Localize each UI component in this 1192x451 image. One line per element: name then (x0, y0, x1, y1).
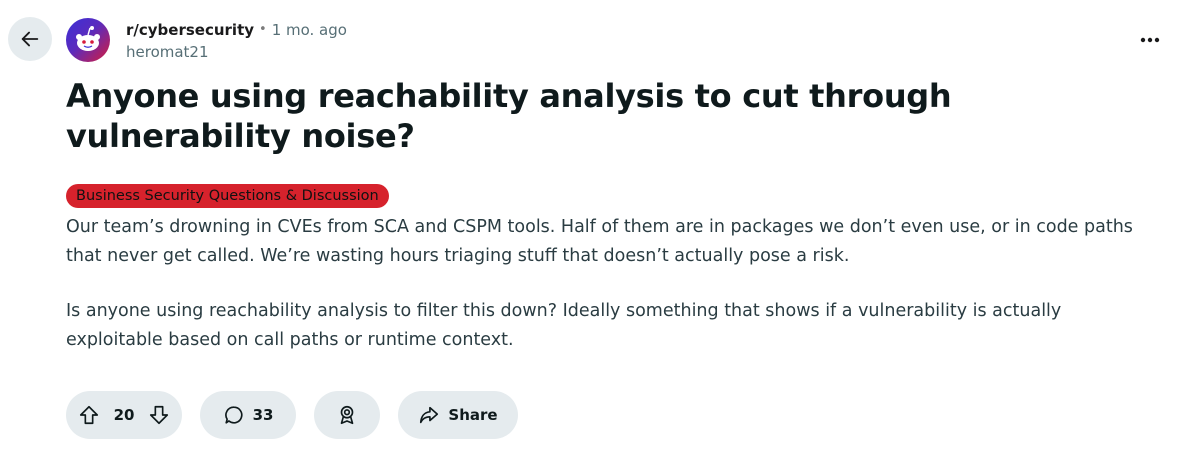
share-button[interactable]: Share (398, 391, 518, 439)
arrow-down-icon (149, 405, 169, 425)
vote-control: 20 (66, 391, 182, 439)
post-page: r/cybersecurity • 1 mo. ago heromat21 An… (0, 0, 1192, 451)
award-icon (336, 404, 358, 426)
arrow-up-icon (79, 405, 99, 425)
more-options-button[interactable] (1130, 24, 1170, 56)
vote-count: 20 (113, 406, 135, 424)
back-button[interactable] (8, 17, 52, 61)
award-button[interactable] (314, 391, 380, 439)
upvote-button[interactable] (78, 404, 100, 426)
ellipsis-icon (1140, 37, 1160, 43)
reddit-snoo-icon (76, 26, 100, 51)
subreddit-avatar[interactable] (66, 18, 110, 62)
share-arrow-icon (418, 404, 440, 426)
arrow-left-icon (19, 28, 41, 50)
post-actions: 20 33 Share (66, 391, 536, 439)
author-link[interactable]: heromat21 (126, 42, 347, 62)
post-body-paragraph: Our team’s drowning in CVEs from SCA and… (66, 217, 1133, 266)
post-flair[interactable]: Business Security Questions & Discussion (66, 184, 389, 208)
speech-bubble-icon (223, 404, 245, 426)
meta-separator: • (259, 22, 267, 37)
post-meta: r/cybersecurity • 1 mo. ago heromat21 (126, 20, 347, 62)
post-title: Anyone using reachability analysis to cu… (66, 77, 952, 155)
downvote-button[interactable] (148, 404, 170, 426)
post-body-paragraph: Is anyone using reachability analysis to… (66, 301, 1062, 350)
comments-button[interactable]: 33 (200, 391, 296, 439)
share-label: Share (448, 406, 498, 424)
subreddit-link[interactable]: r/cybersecurity (126, 20, 254, 40)
comment-count: 33 (252, 406, 274, 424)
post-age: 1 mo. ago (271, 21, 347, 39)
